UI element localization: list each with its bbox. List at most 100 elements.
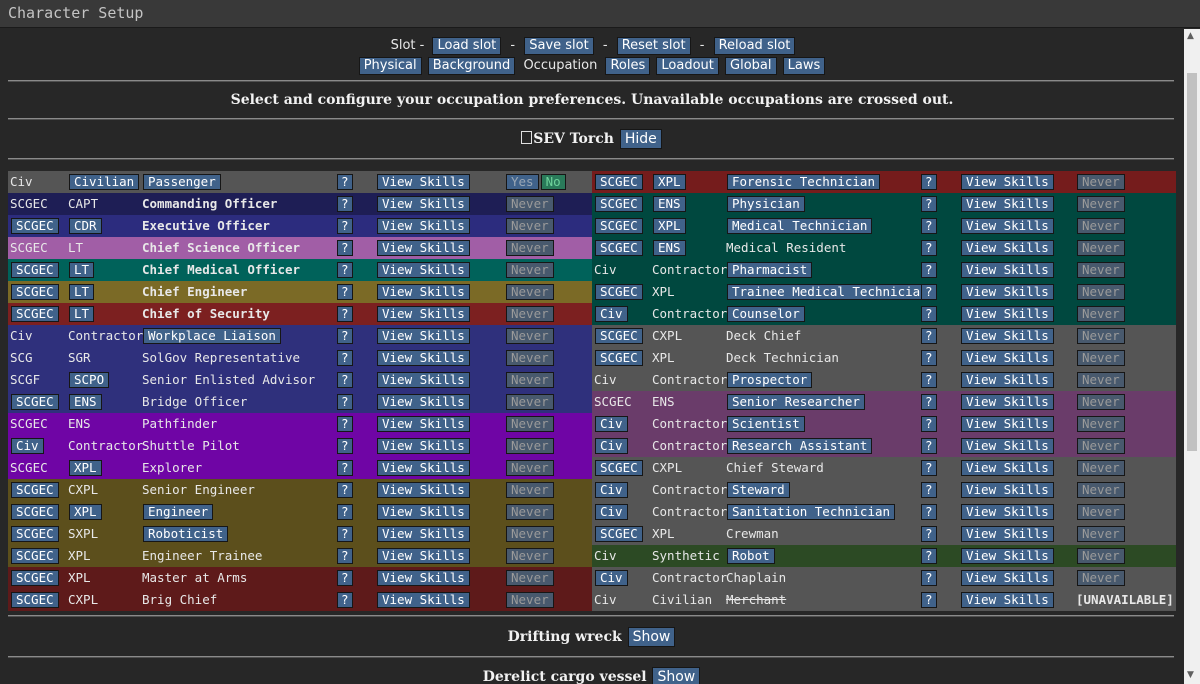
view-skills-button[interactable]: View Skills [961, 218, 1054, 234]
help-button[interactable]: ? [337, 504, 353, 520]
branch-label[interactable]: SCGEC [11, 262, 59, 278]
occupation-title[interactable]: Engineer [143, 504, 214, 520]
view-skills-button[interactable]: View Skills [961, 328, 1054, 344]
pref-never-button[interactable]: Never [1077, 306, 1125, 322]
help-button[interactable]: ? [921, 526, 937, 542]
tab-loadout[interactable]: Loadout [656, 57, 719, 75]
branch-label[interactable]: Civ [595, 482, 628, 498]
reset-slot-button[interactable]: Reset slot [616, 37, 691, 55]
pref-never-button[interactable]: Never [1077, 416, 1125, 432]
rank-label[interactable]: LT [69, 306, 95, 322]
help-button[interactable]: ? [337, 240, 353, 256]
scroll-up-arrow-icon[interactable]: ▲ [1187, 31, 1194, 41]
pref-never-button[interactable]: Never [1077, 438, 1125, 454]
branch-label[interactable]: Civ [595, 416, 628, 432]
branch-label[interactable]: SCGEC [595, 526, 643, 542]
load-slot-button[interactable]: Load slot [432, 37, 502, 55]
occupation-title[interactable]: Robot [727, 548, 775, 564]
view-skills-button[interactable]: View Skills [961, 284, 1054, 300]
view-skills-button[interactable]: View Skills [961, 460, 1054, 476]
help-button[interactable]: ? [337, 174, 353, 190]
pref-never-button[interactable]: Never [1077, 218, 1125, 234]
help-button[interactable]: ? [921, 570, 937, 586]
help-button[interactable]: ? [921, 372, 937, 388]
tab-roles[interactable]: Roles [605, 57, 651, 75]
scroll-down-arrow-icon[interactable]: ▼ [1187, 670, 1194, 680]
occupation-title[interactable]: Trainee Medical Technician [727, 284, 933, 300]
branch-label[interactable]: SCGEC [11, 482, 59, 498]
pref-never-button[interactable]: Never [506, 504, 554, 520]
help-button[interactable]: ? [921, 350, 937, 366]
pref-never-button[interactable]: Never [1077, 570, 1125, 586]
view-skills-button[interactable]: View Skills [961, 482, 1054, 498]
help-button[interactable]: ? [337, 416, 353, 432]
view-skills-button[interactable]: View Skills [961, 570, 1054, 586]
branch-label[interactable]: SCGEC [595, 218, 643, 234]
view-skills-button[interactable]: View Skills [377, 526, 470, 542]
help-button[interactable]: ? [921, 504, 937, 520]
help-button[interactable]: ? [921, 240, 937, 256]
view-skills-button[interactable]: View Skills [961, 504, 1054, 520]
help-button[interactable]: ? [337, 394, 353, 410]
help-button[interactable]: ? [921, 174, 937, 190]
view-skills-button[interactable]: View Skills [377, 306, 470, 322]
pref-never-button[interactable]: Never [506, 482, 554, 498]
occupation-title[interactable]: Workplace Liaison [143, 328, 281, 344]
occupation-title[interactable]: Pharmacist [727, 262, 813, 278]
branch-label[interactable]: SCGEC [11, 592, 59, 608]
pref-never-button[interactable]: Never [506, 416, 554, 432]
view-skills-button[interactable]: View Skills [377, 592, 470, 608]
tab-background[interactable]: Background [427, 57, 516, 75]
branch-label[interactable]: SCGEC [595, 350, 643, 366]
occupation-title[interactable]: Counselor [727, 306, 805, 322]
rank-label[interactable]: ENS [653, 196, 686, 212]
vertical-scrollbar[interactable]: ▲ ▼ [1184, 29, 1200, 684]
help-button[interactable]: ? [921, 592, 937, 608]
rank-label[interactable]: SCPO [69, 372, 110, 388]
view-skills-button[interactable]: View Skills [377, 438, 470, 454]
view-skills-button[interactable]: View Skills [377, 460, 470, 476]
pref-never-button[interactable]: Never [1077, 328, 1125, 344]
pref-never-button[interactable]: Never [1077, 372, 1125, 388]
reload-slot-button[interactable]: Reload slot [713, 37, 796, 55]
tab-laws[interactable]: Laws [782, 57, 826, 75]
branch-label[interactable]: SCGEC [11, 284, 59, 300]
tab-global[interactable]: Global [725, 57, 777, 75]
help-button[interactable]: ? [337, 306, 353, 322]
view-skills-button[interactable]: View Skills [377, 240, 470, 256]
pref-never-button[interactable]: Never [1077, 350, 1125, 366]
view-skills-button[interactable]: View Skills [961, 240, 1054, 256]
pref-never-button[interactable]: Never [506, 592, 554, 608]
help-button[interactable]: ? [921, 482, 937, 498]
tab-physical[interactable]: Physical [358, 57, 422, 75]
view-skills-button[interactable]: View Skills [377, 284, 470, 300]
view-skills-button[interactable]: View Skills [377, 394, 470, 410]
scrollbar-thumb[interactable] [1187, 73, 1197, 451]
view-skills-button[interactable]: View Skills [961, 416, 1054, 432]
view-skills-button[interactable]: View Skills [377, 350, 470, 366]
occupation-title[interactable]: Prospector [727, 372, 813, 388]
pref-never-button[interactable]: Never [1077, 394, 1125, 410]
pref-never-button[interactable]: Never [1077, 504, 1125, 520]
pref-never-button[interactable]: Never [506, 196, 554, 212]
rank-label[interactable]: XPL [69, 504, 102, 520]
help-button[interactable]: ? [921, 306, 937, 322]
help-button[interactable]: ? [337, 372, 353, 388]
view-skills-button[interactable]: View Skills [377, 570, 470, 586]
occupation-title[interactable]: Steward [727, 482, 790, 498]
pref-yes-button[interactable]: Yes [506, 174, 539, 190]
view-skills-button[interactable]: View Skills [377, 372, 470, 388]
help-button[interactable]: ? [921, 328, 937, 344]
occupation-title[interactable]: Physician [727, 196, 805, 212]
help-button[interactable]: ? [921, 196, 937, 212]
branch-label[interactable]: SCGEC [11, 548, 59, 564]
view-skills-button[interactable]: View Skills [377, 196, 470, 212]
pref-never-button[interactable]: Never [506, 240, 554, 256]
branch-label[interactable]: Civ [595, 438, 628, 454]
branch-label[interactable]: Civ [595, 306, 628, 322]
pref-never-button[interactable]: Never [506, 372, 554, 388]
branch-label[interactable]: Civ [595, 570, 628, 586]
branch-label[interactable]: SCGEC [11, 570, 59, 586]
pref-never-button[interactable]: Never [506, 460, 554, 476]
help-button[interactable]: ? [921, 262, 937, 278]
